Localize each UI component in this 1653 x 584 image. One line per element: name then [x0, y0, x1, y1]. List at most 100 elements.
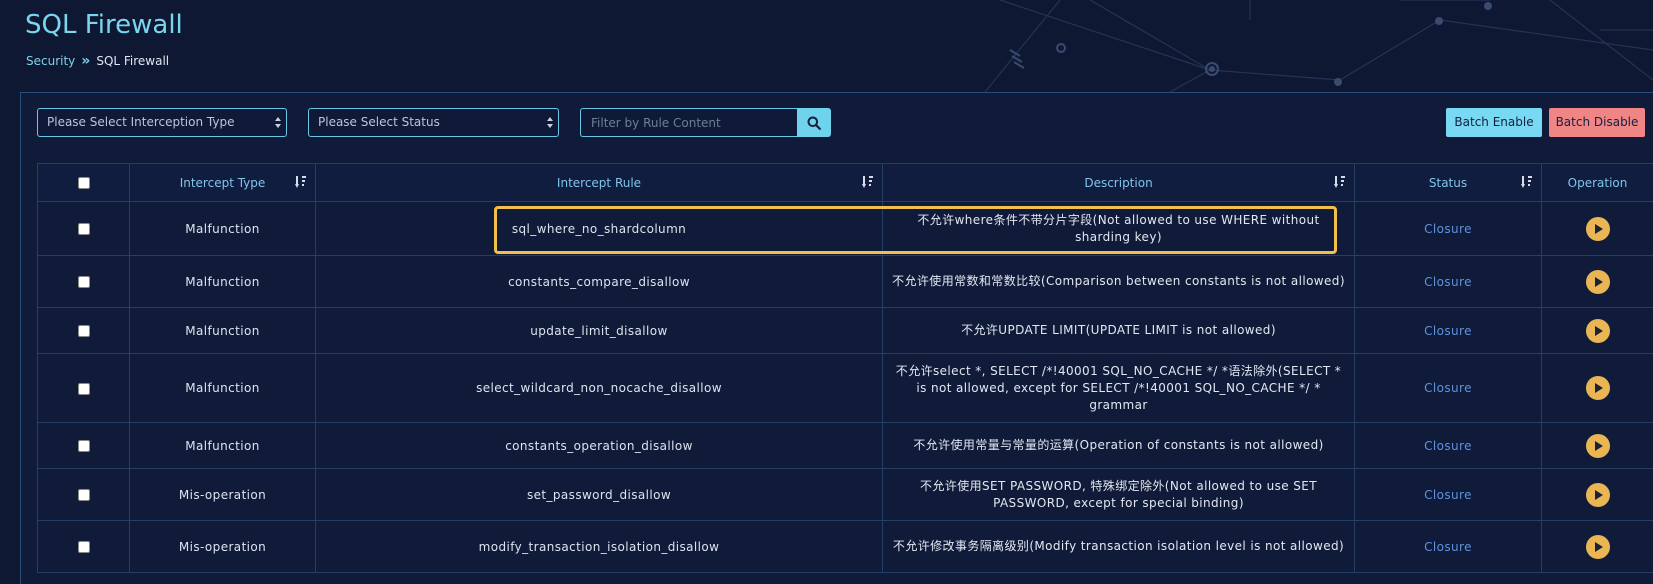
intercept-type-cell: Malfunction [129, 201, 316, 256]
table-row: Mis-operation modify_transaction_isolati… [37, 520, 1653, 573]
operation-cell [1541, 255, 1653, 308]
status-link[interactable]: Closure [1354, 468, 1542, 521]
intercept-type-cell: Mis-operation [129, 520, 316, 573]
breadcrumb-separator-icon: » [81, 53, 91, 69]
intercept-rule-cell: constants_compare_disallow [315, 255, 883, 308]
sort-icon[interactable] [1521, 175, 1533, 189]
operation-cell [1541, 468, 1653, 521]
operation-cell [1541, 353, 1653, 423]
operation-cell [1541, 307, 1653, 354]
row-select-cell [37, 353, 130, 423]
select-caret-icon [275, 114, 281, 130]
intercept-rule-cell: sql_where_no_shardcolumn [315, 201, 883, 256]
status-link[interactable]: Closure [1354, 353, 1542, 423]
description-cell: 不允许使用常数和常数比较(Comparison between constant… [882, 255, 1355, 308]
select-all-checkbox[interactable] [77, 177, 90, 189]
header-description[interactable]: Description [882, 163, 1355, 202]
operation-cell [1541, 201, 1653, 256]
rules-table: Intercept Type Intercept Rule Descriptio… [37, 163, 1653, 573]
header-operation: Operation [1541, 163, 1653, 202]
interception-type-select-value: Please Select Interception Type [47, 115, 235, 129]
row-checkbox[interactable] [77, 489, 90, 501]
batch-disable-button[interactable]: Batch Disable [1549, 108, 1645, 137]
description-cell: 不允许使用SET PASSWORD, 特殊绑定除外(Not allowed to… [882, 468, 1355, 521]
enable-play-button[interactable] [1585, 433, 1610, 458]
table-row: Malfunction constants_operation_disallow… [37, 422, 1653, 469]
enable-play-button[interactable] [1585, 482, 1610, 507]
header-description-label: Description [1084, 175, 1153, 190]
header-operation-label: Operation [1567, 175, 1628, 190]
status-link[interactable]: Closure [1354, 422, 1542, 469]
row-checkbox[interactable] [77, 541, 90, 553]
row-checkbox[interactable] [77, 325, 90, 337]
description-cell: 不允许where条件不带分片字段(Not allowed to use WHER… [882, 201, 1355, 256]
enable-play-button[interactable] [1585, 216, 1610, 241]
breadcrumb-security-link[interactable]: Security [26, 54, 75, 68]
status-link[interactable]: Closure [1354, 307, 1542, 354]
enable-play-button[interactable] [1585, 376, 1610, 400]
table-row: Mis-operation set_password_disallow 不允许使… [37, 468, 1653, 521]
status-link[interactable]: Closure [1354, 520, 1542, 573]
play-icon [1595, 383, 1603, 393]
row-select-cell [37, 307, 130, 354]
intercept-type-cell: Mis-operation [129, 468, 316, 521]
operation-cell [1541, 520, 1653, 573]
description-cell: 不允许select *, SELECT /*!40001 SQL_NO_CACH… [882, 353, 1355, 423]
play-icon [1595, 440, 1603, 451]
play-icon [1595, 541, 1603, 552]
table-header-row: Intercept Type Intercept Rule Descriptio… [37, 163, 1653, 202]
row-select-cell [37, 422, 130, 469]
intercept-rule-cell: set_password_disallow [315, 468, 883, 521]
description-cell: 不允许修改事务隔离级别(Modify transaction isolation… [882, 520, 1355, 573]
row-checkbox[interactable] [77, 276, 90, 288]
search-button[interactable] [797, 108, 831, 137]
header-status[interactable]: Status [1354, 163, 1542, 202]
sort-icon[interactable] [295, 175, 307, 189]
header-intercept-type-label: Intercept Type [179, 175, 266, 190]
breadcrumb-current: SQL Firewall [96, 54, 170, 68]
search-icon [807, 116, 821, 130]
status-select[interactable]: Please Select Status [308, 108, 559, 137]
header-status-label: Status [1428, 175, 1468, 190]
row-checkbox[interactable] [77, 382, 90, 395]
breadcrumb: Security » SQL Firewall [26, 53, 169, 69]
status-link[interactable]: Closure [1354, 255, 1542, 308]
interception-type-select[interactable]: Please Select Interception Type [37, 108, 287, 137]
rule-content-filter-input[interactable] [580, 108, 797, 137]
operation-cell [1541, 422, 1653, 469]
enable-play-button[interactable] [1585, 269, 1610, 294]
intercept-type-cell: Malfunction [129, 422, 316, 469]
header-select-all [37, 163, 130, 202]
status-select-value: Please Select Status [318, 115, 440, 129]
description-cell: 不允许使用常量与常量的运算(Operation of constants is … [882, 422, 1355, 469]
table-row: Malfunction select_wildcard_non_nocache_… [37, 353, 1653, 423]
page-title: SQL Firewall [25, 10, 183, 40]
header-intercept-type[interactable]: Intercept Type [129, 163, 316, 202]
enable-play-button[interactable] [1585, 534, 1610, 559]
table-row: Malfunction sql_where_no_shardcolumn 不允许… [37, 201, 1653, 256]
row-select-cell [37, 468, 130, 521]
intercept-rule-cell: select_wildcard_non_nocache_disallow [315, 353, 883, 423]
intercept-rule-cell: update_limit_disallow [315, 307, 883, 354]
status-link[interactable]: Closure [1354, 201, 1542, 256]
row-select-cell [37, 255, 130, 308]
header-intercept-rule-label: Intercept Rule [556, 175, 642, 190]
sort-icon[interactable] [1334, 175, 1346, 189]
play-icon [1595, 489, 1603, 500]
play-icon [1595, 325, 1603, 336]
sort-icon[interactable] [862, 175, 874, 189]
table-row: Malfunction constants_compare_disallow 不… [37, 255, 1653, 308]
row-checkbox[interactable] [77, 223, 90, 235]
intercept-rule-cell: modify_transaction_isolation_disallow [315, 520, 883, 573]
play-icon [1595, 223, 1603, 234]
batch-enable-button[interactable]: Batch Enable [1446, 108, 1542, 137]
intercept-type-cell: Malfunction [129, 307, 316, 354]
row-checkbox[interactable] [77, 440, 90, 452]
intercept-type-cell: Malfunction [129, 255, 316, 308]
enable-play-button[interactable] [1585, 318, 1610, 343]
table-row: Malfunction update_limit_disallow 不允许UPD… [37, 307, 1653, 354]
header-intercept-rule[interactable]: Intercept Rule [315, 163, 883, 202]
rules-table-container: Intercept Type Intercept Rule Descriptio… [37, 163, 1653, 584]
play-icon [1595, 276, 1603, 287]
description-cell: 不允许UPDATE LIMIT(UPDATE LIMIT is not allo… [882, 307, 1355, 354]
